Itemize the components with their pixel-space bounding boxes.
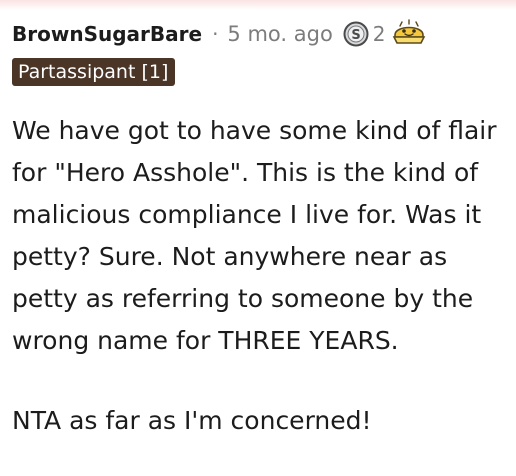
comment-meta: BrownSugarBare · 5 mo. ago S 2 (12, 18, 512, 50)
silver-award[interactable]: S 2 (343, 21, 386, 47)
meta-separator: · (212, 22, 219, 46)
author-username[interactable]: BrownSugarBare (12, 22, 202, 46)
svg-text:S: S (351, 28, 360, 43)
wholesome-award[interactable] (392, 19, 426, 49)
previous-comment-fade (0, 0, 516, 10)
comment: BrownSugarBare · 5 mo. ago S 2 Partassip… (12, 18, 512, 442)
comment-timestamp[interactable]: 5 mo. ago (227, 22, 332, 46)
comment-paragraph: We have got to have some kind of flair f… (12, 116, 497, 355)
comment-body: We have got to have some kind of flair f… (12, 110, 508, 442)
silver-award-icon: S (343, 21, 369, 47)
wholesome-award-icon (392, 19, 426, 49)
comment-paragraph: NTA as far as I'm concerned! (12, 406, 372, 435)
silver-award-count: 2 (372, 22, 386, 46)
user-flair: Partassipant [1] (12, 58, 176, 86)
